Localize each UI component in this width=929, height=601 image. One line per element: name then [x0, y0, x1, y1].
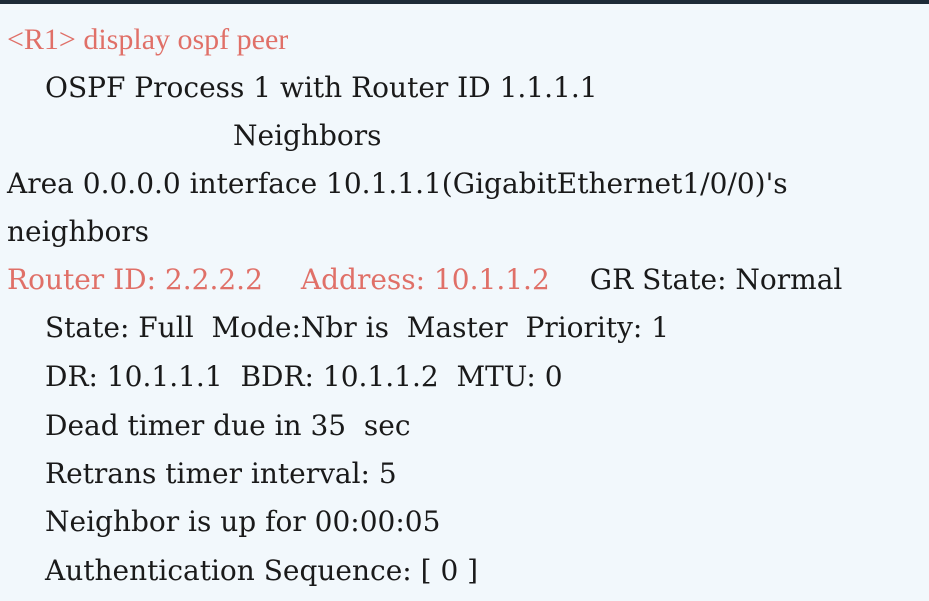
neighbors-heading: Neighbors [233, 119, 382, 152]
dr-bdr-line: DR: 10.1.1.1 BDR: 10.1.1.2 MTU: 0 [45, 360, 563, 393]
command-prompt: <R1> display ospf peer [7, 23, 289, 56]
retrans-line: Retrans timer interval: 5 [45, 457, 397, 490]
state-line: State: Full Mode:Nbr is Master Priority:… [45, 311, 670, 344]
area-interface-line-cont: neighbors [7, 215, 150, 248]
neighbor-up-line: Neighbor is up for 00:00:05 [45, 505, 441, 538]
peer-summary-line: Router ID: 2.2.2.2 Address: 10.1.1.2 GR St… [7, 260, 842, 300]
area-interface-line: Area 0.0.0.0 interface 10.1.1.1(GigabitE… [7, 167, 788, 200]
auth-sequence-line: Authentication Sequence: [ 0 ] [45, 554, 479, 587]
address-text: Address: 10.1.1.2 [300, 263, 550, 296]
ospf-process-line: OSPF Process 1 with Router ID 1.1.1.1 [45, 71, 598, 104]
terminal-output[interactable]: <R1> display ospf peer OSPF Process 1 wi… [0, 0, 929, 601]
dead-timer-line: Dead timer due in 35 sec [45, 409, 411, 442]
gr-state-text: GR State: Normal [589, 263, 843, 296]
router-id-text: Router ID: 2.2.2.2 [7, 263, 263, 296]
